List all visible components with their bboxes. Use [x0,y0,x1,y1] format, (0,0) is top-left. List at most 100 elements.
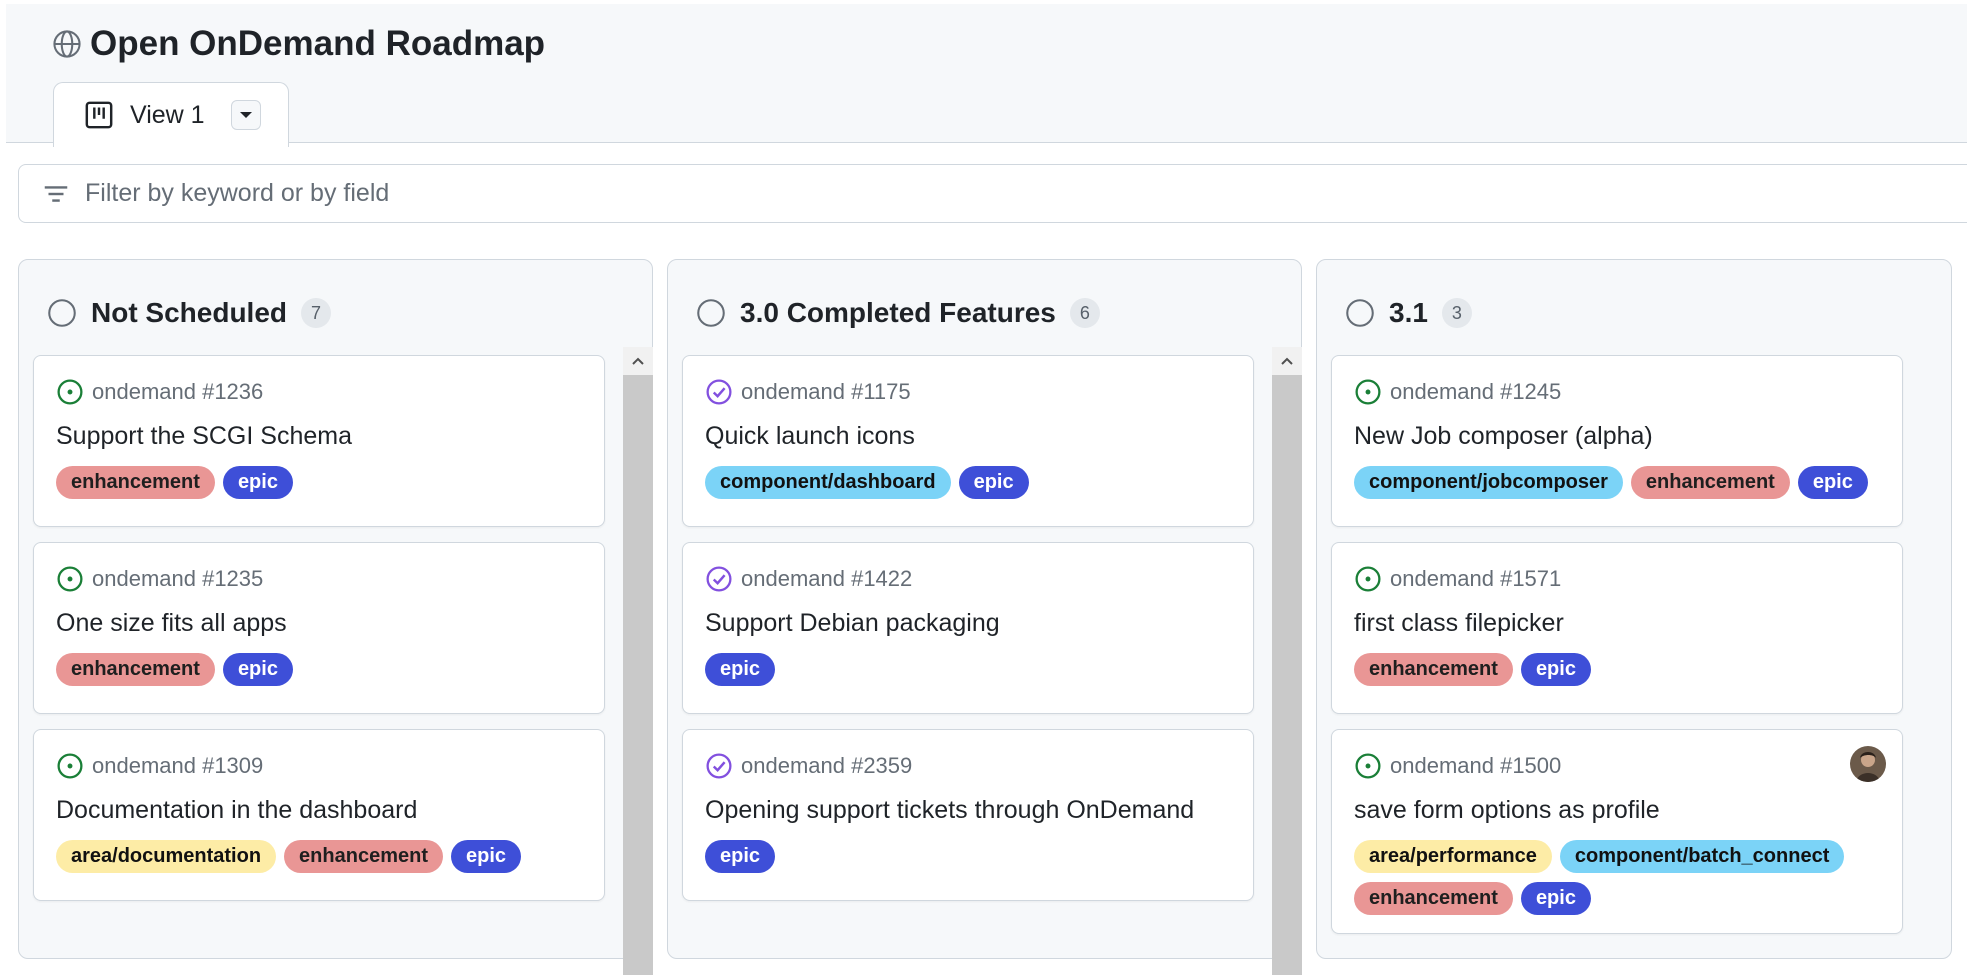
issue-meta: ondemand #1245 [1354,378,1561,406]
avatar-icon[interactable] [1850,746,1886,782]
chevron-up-icon [1281,357,1293,365]
issue-meta: ondemand #1175 [705,378,911,406]
label-area-performance[interactable]: area/performance [1354,840,1552,873]
issue-card[interactable]: ondemand #1175 Quick launch icons componen… [682,355,1254,527]
status-circle-icon [1346,299,1374,327]
label-enhancement[interactable]: enhancement [1354,653,1513,686]
label-enhancement[interactable]: enhancement [1354,882,1513,915]
issue-title[interactable]: Opening support tickets through OnDemand [705,796,1194,825]
label-epic[interactable]: epic [222,653,293,686]
column-not-scheduled: Not Scheduled 7 ondemand #1236 Support th… [18,259,653,975]
issue-title[interactable]: first class filepicker [1354,609,1564,638]
label-list: epic [705,653,1245,686]
open-issue-icon [56,378,84,406]
issue-meta: ondemand #2359 [705,752,912,780]
label-enhancement[interactable]: enhancement [56,653,215,686]
scroll-up-arrow[interactable] [623,347,653,375]
column-scrollbar[interactable] [623,347,653,975]
issue-reference[interactable]: ondemand #1309 [92,753,263,779]
label-epic[interactable]: epic [450,840,522,873]
issue-title[interactable]: save form options as profile [1354,796,1660,825]
issue-card[interactable]: ondemand #1571 first class filepicker enha… [1331,542,1903,714]
issue-meta: ondemand #1500 [1354,752,1561,780]
tab-label: View 1 [130,100,205,129]
label-component-batch-connect[interactable]: component/batch_connect [1559,840,1845,873]
issue-reference[interactable]: ondemand #1175 [741,379,911,405]
label-list: component/dashboard epic [705,466,1245,499]
issue-card[interactable]: ondemand #1422 Support Debian packaging ep… [682,542,1254,714]
triangle-down-icon [239,112,252,118]
issue-reference[interactable]: ondemand #1571 [1390,566,1561,592]
label-list: enhancement epic [56,466,596,499]
open-issue-icon [1354,378,1382,406]
label-component-jobcomposer[interactable]: component/jobcomposer [1354,466,1623,499]
label-epic[interactable]: epic [1520,653,1591,686]
label-epic[interactable]: epic [958,466,1029,499]
globe-icon [53,30,81,58]
label-epic[interactable]: epic [222,466,293,499]
chevron-up-icon [632,357,644,365]
issue-title[interactable]: Support Debian packaging [705,609,1000,638]
issue-card[interactable]: ondemand #1245 New Job composer (alpha) co… [1331,355,1903,527]
issue-title[interactable]: Quick launch icons [705,422,915,451]
issue-card[interactable]: ondemand #1309 Documentation in the dashb… [33,729,605,901]
issue-reference[interactable]: ondemand #1500 [1390,753,1561,779]
issue-card[interactable]: ondemand #1236 Support the SCGI Schema enh… [33,355,605,527]
column-header: 3.0 Completed Features 6 [696,288,1100,338]
label-list: area/performance component/batch_connecte… [1354,840,1894,915]
issue-title[interactable]: Documentation in the dashboard [56,796,417,825]
label-list: enhancement epic [1354,653,1894,686]
issue-reference[interactable]: ondemand #1422 [741,566,912,592]
issue-reference[interactable]: ondemand #2359 [741,753,912,779]
label-epic[interactable]: epic [1520,882,1591,915]
issue-meta: ondemand #1236 [56,378,263,406]
issue-reference[interactable]: ondemand #1236 [92,379,263,405]
label-enhancement[interactable]: enhancement [56,466,215,499]
label-list: enhancement epic [56,653,596,686]
column-title: 3.0 Completed Features [740,297,1056,328]
issue-meta: ondemand #1235 [56,565,263,593]
issue-card[interactable]: ondemand #1500 save form options as profi… [1331,729,1903,934]
issue-card[interactable]: ondemand #2359 Opening support tickets th… [682,729,1254,901]
label-enhancement[interactable]: enhancement [284,840,443,873]
issue-title[interactable]: Support the SCGI Schema [56,422,352,451]
issue-title[interactable]: New Job composer (alpha) [1354,422,1653,451]
view-options-button[interactable] [230,100,261,130]
issue-title[interactable]: One size fits all apps [56,609,287,638]
closed-issue-icon [705,378,733,406]
label-epic[interactable]: epic [1797,466,1868,499]
issue-reference[interactable]: ondemand #1245 [1390,379,1561,405]
column-scrollbar[interactable] [1272,347,1302,975]
scroll-up-arrow[interactable] [1272,347,1302,375]
column-title: Not Scheduled [91,297,288,328]
column-count-badge: 6 [1069,298,1100,328]
column-header: Not Scheduled 7 [47,288,332,338]
status-circle-icon [48,299,76,327]
column-3-0-completed: 3.0 Completed Features 6 ondemand #1175 Q… [667,259,1302,975]
status-circle-icon [697,299,725,327]
issue-reference[interactable]: ondemand #1235 [92,566,263,592]
scroll-thumb[interactable] [623,375,653,975]
scroll-thumb[interactable] [1272,375,1302,975]
tab-view-1[interactable]: View 1 [53,82,289,147]
filter-input[interactable]: Filter by keyword or by field [18,164,1967,223]
label-epic[interactable]: epic [705,840,776,873]
label-epic[interactable]: epic [705,653,776,686]
label-list: area/documentation enhancement epic [56,840,596,873]
board-view-icon [85,101,113,129]
open-issue-icon [56,752,84,780]
filter-icon [44,185,68,202]
open-issue-icon [1354,565,1382,593]
closed-issue-icon [705,752,733,780]
label-area-documentation[interactable]: area/documentation [56,840,277,873]
issue-meta: ondemand #1309 [56,752,263,780]
filter-placeholder: Filter by keyword or by field [85,179,390,207]
issue-meta: ondemand #1422 [705,565,912,593]
issue-card[interactable]: ondemand #1235 One size fits all apps enha… [33,542,605,714]
label-enhancement[interactable]: enhancement [1630,466,1790,499]
project-title: Open OnDemand Roadmap [52,22,545,66]
label-component-dashboard[interactable]: component/dashboard [705,466,951,499]
closed-issue-icon [705,565,733,593]
open-issue-icon [56,565,84,593]
label-list: component/jobcomposer enhancement epic [1354,466,1894,499]
